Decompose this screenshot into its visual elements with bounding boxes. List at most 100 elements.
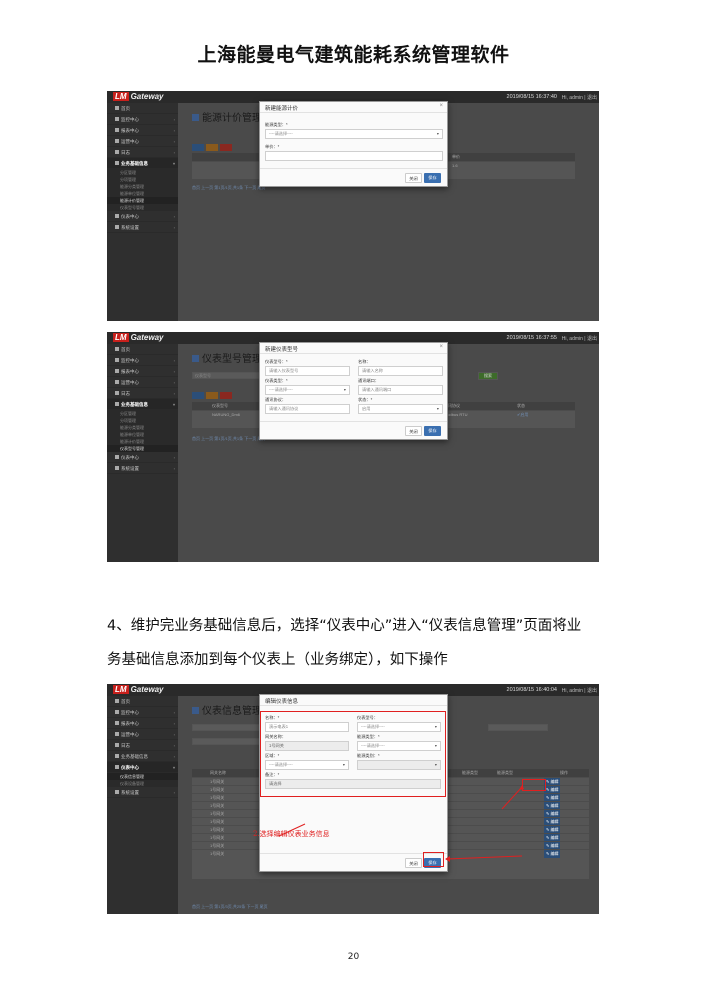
arrow-head: [519, 785, 524, 790]
edit-button[interactable]: [206, 144, 218, 151]
save-button[interactable]: 保存: [424, 173, 441, 183]
sidebar-item-report[interactable]: 报表中心 ›: [107, 366, 178, 377]
gauge-icon: [115, 455, 119, 459]
page-title: 能源计价管理: [192, 109, 262, 124]
grid-icon: [192, 355, 199, 362]
sidebar-item-basic-info[interactable]: 业务基础信息 ▾: [107, 399, 178, 410]
price-input[interactable]: [265, 151, 443, 161]
brand-logo: LM Gateway: [113, 333, 164, 342]
new-pricing-modal: 新建能源计价 × 能源类型：* ----请选择---- ▾ 单价：* 关闭 保存: [259, 101, 448, 187]
monitor-icon: [115, 117, 119, 121]
sidebar: 首页 监控中心 › 报表中心 › 运营中心 › 日志 › 业务基础信息 ▾ 分区管理 分项…: [107, 344, 178, 562]
sidebar-sub-item[interactable]: 分区管理: [107, 169, 178, 176]
close-button[interactable]: 关闭: [405, 173, 422, 183]
chart-icon: [115, 369, 119, 373]
sidebar-item-home[interactable]: 首页: [107, 103, 178, 114]
chart-icon: [115, 128, 119, 132]
sidebar-item-meter-center[interactable]: 仪表中心 ›: [107, 211, 178, 222]
sidebar-sub-item[interactable]: 能源单位管理: [107, 190, 178, 197]
label-protocol: 通讯协议：: [265, 397, 286, 402]
sidebar-item-monitor[interactable]: 监控中心 ›: [107, 355, 178, 366]
arrow-head: [445, 856, 450, 862]
gear-icon: [115, 466, 119, 470]
sidebar-item-monitor[interactable]: 监控中心 ›: [107, 114, 178, 125]
clock: 2019/08/15 16:37:40: [506, 94, 557, 100]
gear-icon: [115, 225, 119, 229]
delete-button[interactable]: [220, 144, 232, 151]
modal-title: 新建能源计价 ×: [260, 102, 447, 113]
sidebar-sub-item-pricing[interactable]: 能源计价管理: [107, 197, 178, 204]
modal-title: 新建仪表型号 ×: [260, 343, 447, 354]
sidebar-item-operation[interactable]: 运营中心 ›: [107, 377, 178, 388]
user-menu[interactable]: Hi, admin | 退出: [562, 94, 597, 101]
sidebar-item-settings[interactable]: 系统设置 ›: [107, 463, 178, 474]
sidebar-sub-item[interactable]: 能源分类管理: [107, 183, 178, 190]
page-title: 仪表型号管理: [192, 350, 262, 365]
close-button[interactable]: 关闭: [405, 426, 422, 436]
list-icon: [115, 391, 119, 395]
page-number: 20: [347, 952, 360, 962]
pagination[interactable]: 首页 上一页 第1页/1页,共1条 下一页 尾页: [192, 436, 265, 442]
tag-icon: [192, 114, 199, 121]
pagination[interactable]: 首页 上一页 第1页/1页,共1条 下一页 尾页: [192, 185, 265, 191]
search-button[interactable]: 搜索: [478, 372, 498, 380]
sidebar: 首页 监控中心 › 报表中心 › 运营中心 › 日志 › 业务基础信息 ▾ 分区管理 分项…: [107, 103, 178, 321]
brand-logo: LM Gateway: [113, 92, 164, 101]
port-input[interactable]: 请输入通讯端口: [358, 385, 443, 395]
sidebar-item-home[interactable]: 首页: [107, 344, 178, 355]
save-button[interactable]: 保存: [424, 426, 441, 436]
list-icon: [115, 150, 119, 154]
sidebar-sub-item[interactable]: 分项管理: [107, 417, 178, 424]
sidebar-sub-item[interactable]: 能源计价管理: [107, 438, 178, 445]
add-button[interactable]: [192, 144, 204, 151]
search-input[interactable]: 仪表型号: [192, 372, 262, 379]
monitor-icon: [115, 358, 119, 362]
user-menu[interactable]: Hi, admin | 退出: [562, 335, 597, 342]
model-input[interactable]: 请输入仪表型号: [265, 366, 350, 376]
add-button[interactable]: [192, 392, 204, 399]
name-input[interactable]: 请输入名称: [358, 366, 443, 376]
energy-type-select[interactable]: ----请选择---- ▾: [265, 129, 443, 139]
user-icon: [115, 380, 119, 384]
label-energy-type: 能源类型：*: [265, 122, 288, 127]
sidebar-item-meter-center[interactable]: 仪表中心 ›: [107, 452, 178, 463]
annotation-text: 2.选择编辑仪表业务信息: [253, 830, 330, 838]
protocol-input[interactable]: 请输入通讯协议: [265, 404, 350, 414]
label-model: 仪表型号：*: [265, 359, 288, 364]
sidebar-sub-item[interactable]: 分项管理: [107, 176, 178, 183]
grid-icon: [115, 402, 119, 406]
close-icon[interactable]: ×: [439, 344, 443, 350]
sidebar-item-basic-info[interactable]: 业务基础信息 ▾: [107, 158, 178, 169]
chevron-down-icon: ▾: [436, 131, 439, 136]
sidebar-item-log[interactable]: 日志 ›: [107, 388, 178, 399]
delete-button[interactable]: [220, 392, 232, 399]
screenshot-meter-model: LM Gateway 2019/08/15 16:37:55 Hi, admin …: [107, 332, 599, 562]
sidebar-sub-item-model[interactable]: 仪表型号管理: [107, 445, 178, 452]
gauge-icon: [115, 214, 119, 218]
close-icon[interactable]: ×: [439, 103, 443, 109]
sidebar-item-operation[interactable]: 运营中心 ›: [107, 136, 178, 147]
label-price: 单价：*: [265, 144, 280, 149]
label-name: 名称：: [358, 359, 371, 364]
meter-type-select[interactable]: ----请选择---- ▾: [265, 385, 350, 395]
sidebar-item-report[interactable]: 报表中心 ›: [107, 125, 178, 136]
user-icon: [115, 139, 119, 143]
home-icon: [115, 347, 119, 351]
sidebar-item-settings[interactable]: 系统设置 ›: [107, 222, 178, 233]
arrow-line: [446, 855, 523, 860]
status-select[interactable]: 启用 ▾: [358, 404, 443, 414]
label-port: 通讯端口：: [358, 378, 379, 383]
edit-button[interactable]: [206, 392, 218, 399]
home-icon: [115, 106, 119, 110]
label-status: 状态：*: [358, 397, 373, 402]
annotation-arrows: [278, 785, 524, 862]
modal-footer: 关闭 保存: [260, 168, 447, 186]
sidebar-sub-item[interactable]: 分区管理: [107, 410, 178, 417]
document-title: 上海能曼电气建筑能耗系统管理软件: [197, 44, 510, 66]
clock: 2019/08/15 16:37:55: [506, 335, 557, 341]
sidebar-sub-item[interactable]: 能源分类管理: [107, 424, 178, 431]
sidebar-sub-item[interactable]: 仪表型号管理: [107, 204, 178, 211]
sidebar-item-log[interactable]: 日志 ›: [107, 147, 178, 158]
paragraph-line-1: 4、维护完业务基础信息后，选择“仪表中心”进入“仪表信息管理”页面将业: [107, 618, 582, 634]
sidebar-sub-item[interactable]: 能源单位管理: [107, 431, 178, 438]
